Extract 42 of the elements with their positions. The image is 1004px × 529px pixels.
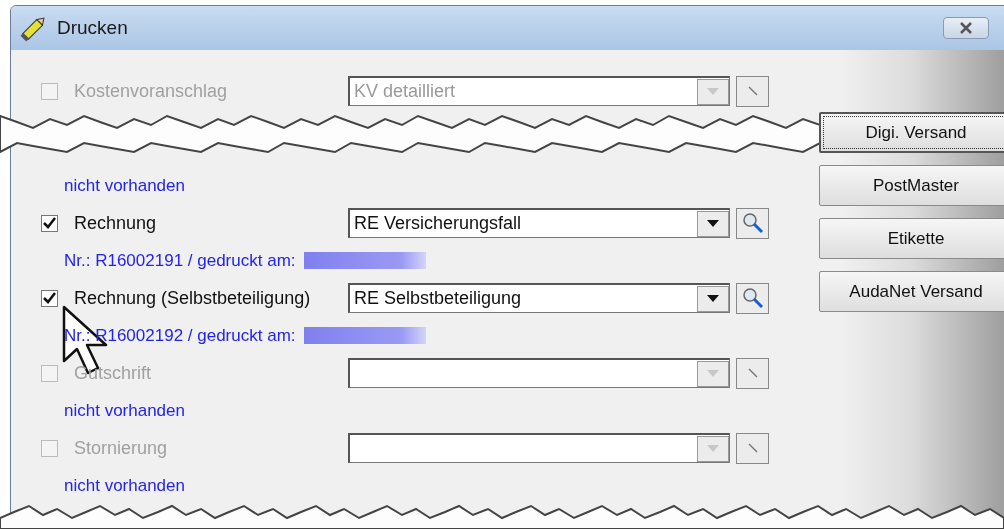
action-button[interactable]: AudaNet Versand [819,271,1004,312]
caret-icon [707,445,719,452]
preview-button[interactable] [736,282,769,314]
checkbox[interactable] [41,289,58,307]
template-dropdown[interactable]: RE Versicherungsfall [348,208,730,238]
checkbox[interactable] [41,214,58,232]
preview-button[interactable] [736,357,769,389]
template-dropdown[interactable] [348,433,730,463]
document-label: Rechnung (Selbstbeteiligung) [74,287,312,309]
document-label: Stornierung [74,437,169,459]
checkmark-icon [43,292,56,304]
magnifier-icon [740,286,765,310]
status-text: Nr.: R16002191 / gedruckt am: [64,250,296,271]
caret-icon [707,88,719,95]
preview-button[interactable] [736,75,769,107]
document-label: Kostenvoranschlag [74,80,229,102]
caret-icon [707,295,719,302]
dropdown-button[interactable] [697,285,729,312]
checkmark-icon [43,217,56,229]
preview-button[interactable] [736,207,769,239]
status-text: nicht vorhanden [64,175,185,196]
dropdown-value: RE Versicherungsfall [353,213,523,234]
close-icon [959,22,973,34]
close-button[interactable] [943,17,989,39]
action-button[interactable]: PostMaster [819,165,1004,206]
preview-button[interactable] [736,432,769,464]
caret-icon [707,220,719,227]
dropdown-value: RE Selbstbeteiligung [353,288,523,309]
dropdown-button[interactable] [697,210,729,237]
template-dropdown[interactable]: RE Selbstbeteiligung [348,283,730,313]
template-dropdown[interactable] [348,358,730,388]
status-text: nicht vorhanden [64,400,185,421]
window-title: Drucken [57,17,128,39]
action-button[interactable]: Etikette [819,218,1004,259]
status-text: Nr.: R16002192 / gedruckt am: [64,325,296,346]
dropdown-value: KV detailliert [353,81,457,102]
magnifier-icon [740,211,765,235]
document-label: Rechnung [74,212,158,234]
status-text: nicht vorhanden [64,475,185,496]
action-button[interactable]: Digi. Versand [819,112,1004,153]
caret-icon [707,370,719,377]
document-label: Gutschrift [74,362,153,384]
